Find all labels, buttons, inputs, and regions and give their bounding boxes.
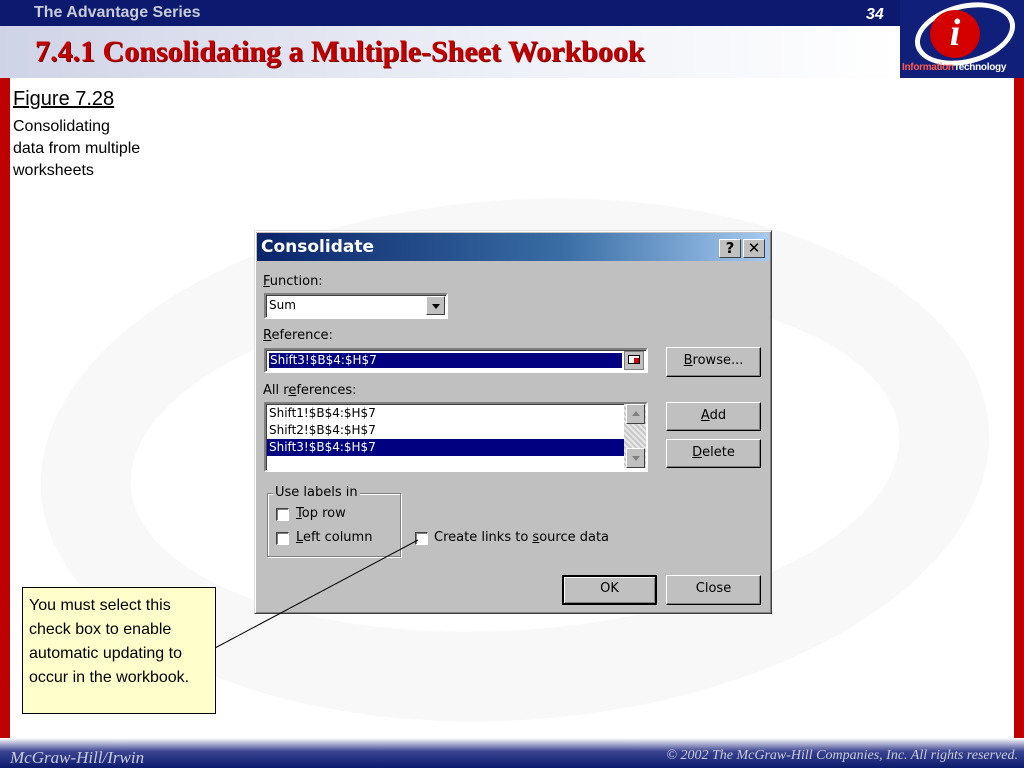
footer-copyright: © 2002 The McGraw-Hill Companies, Inc. A… [666, 748, 1018, 763]
footer-publisher: McGraw-Hill/Irwin [10, 748, 145, 767]
callout-note: You must select this check box to enable… [22, 587, 216, 714]
